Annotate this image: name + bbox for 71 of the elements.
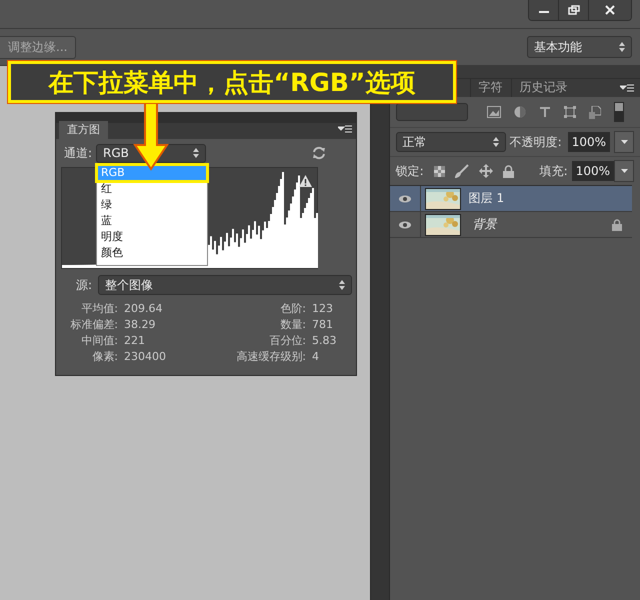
up-down-caret-icon xyxy=(339,280,345,290)
lock-icon[interactable] xyxy=(502,164,514,178)
warning-icon[interactable] xyxy=(299,175,312,187)
lock-label: 锁定: xyxy=(396,162,424,180)
source-dropdown[interactable]: 整个图像 xyxy=(98,275,352,295)
opacity-dropdown-button[interactable] xyxy=(614,131,634,153)
stat-value: 221 xyxy=(124,333,145,349)
channel-option[interactable]: 明度 xyxy=(97,229,207,245)
stat-value: 781 xyxy=(312,317,333,333)
stat-value: 230400 xyxy=(124,349,166,365)
layer-row[interactable]: 图层 1 xyxy=(390,186,632,212)
minimize-button[interactable] xyxy=(529,0,559,20)
panel-tab[interactable]: 直方图 xyxy=(59,121,108,139)
close-button[interactable] xyxy=(589,0,631,20)
caret-icon xyxy=(620,140,628,144)
stat-value: 5.83 xyxy=(312,333,336,349)
panel-tab[interactable]: 字符 xyxy=(470,78,511,97)
stat-label: 标准偏差: xyxy=(69,317,118,333)
layer-name: 图层 1 xyxy=(468,190,504,207)
opacity-label: 不透明度: xyxy=(510,134,562,150)
type-filter-icon[interactable] xyxy=(538,106,551,118)
stat-label: 百分位: xyxy=(268,333,306,349)
up-down-caret-icon xyxy=(193,148,200,158)
opacity-field[interactable]: 100% xyxy=(568,132,610,152)
stat-value: 209.64 xyxy=(124,301,162,317)
stat-value: 38.29 xyxy=(124,317,156,333)
layer-row[interactable]: 背景 xyxy=(390,212,632,238)
channel-label: 通道: xyxy=(64,144,92,162)
close-icon xyxy=(604,5,616,15)
up-down-caret-icon xyxy=(619,42,625,52)
caret-icon xyxy=(620,169,628,173)
source-label: 源: xyxy=(76,276,92,294)
panel-menu-icon[interactable] xyxy=(620,84,634,92)
move-icon[interactable] xyxy=(478,164,493,178)
annotation-callout: 在下拉菜单中，点击“RGB”选项 xyxy=(8,61,456,103)
layer-name: 背景 xyxy=(472,216,497,233)
stat-label: 中间值: xyxy=(80,333,118,349)
adjustment-filter-icon[interactable] xyxy=(514,106,526,118)
fill-label: 填充: xyxy=(540,162,568,180)
stat-label: 数量: xyxy=(279,317,306,333)
channel-option[interactable]: 蓝 xyxy=(97,213,207,229)
stat-label: 平均值: xyxy=(80,301,118,317)
restore-icon xyxy=(568,5,580,15)
blend-mode-dropdown[interactable]: 正常 xyxy=(396,132,506,152)
stat-label: 高速缓存级别: xyxy=(235,349,306,365)
annotation-arrow xyxy=(133,103,169,171)
image-filter-icon[interactable] xyxy=(486,106,501,118)
lock-icon xyxy=(612,218,622,230)
stat-label: 色阶: xyxy=(279,301,306,317)
restore-button[interactable] xyxy=(559,0,589,20)
lock-transparency-icon[interactable] xyxy=(434,166,445,176)
panel-menu-icon[interactable] xyxy=(338,125,352,133)
channel-option[interactable]: 颜色 xyxy=(97,245,207,261)
channel-option[interactable]: 绿 xyxy=(97,197,207,213)
workspace-dropdown[interactable]: 基本功能 xyxy=(527,36,632,58)
smart-object-filter-icon[interactable] xyxy=(588,106,601,118)
brush-icon[interactable] xyxy=(454,164,469,178)
stat-value: 123 xyxy=(312,301,333,317)
up-down-caret-icon xyxy=(492,137,499,147)
panel-tab[interactable]: 历史记录 xyxy=(510,78,576,97)
shape-filter-icon[interactable] xyxy=(564,106,576,118)
fill-dropdown-button[interactable] xyxy=(614,160,634,182)
fill-field[interactable]: 100% xyxy=(572,161,614,181)
channel-option[interactable]: 红 xyxy=(97,181,207,197)
visibility-eye-icon[interactable] xyxy=(398,220,411,228)
filter-toggle-icon[interactable] xyxy=(614,102,624,122)
visibility-eye-icon[interactable] xyxy=(398,194,411,202)
layer-filter-dropdown[interactable] xyxy=(396,103,468,121)
refresh-icon[interactable] xyxy=(312,146,326,160)
stat-label: 像素: xyxy=(91,349,118,365)
stat-value: 4 xyxy=(312,349,319,365)
